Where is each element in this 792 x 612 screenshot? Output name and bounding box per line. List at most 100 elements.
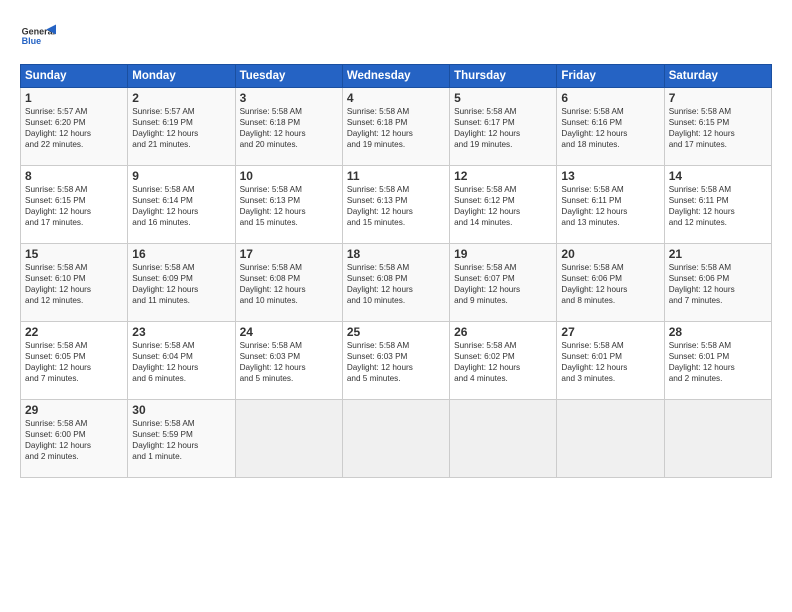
day-info: Sunrise: 5:58 AM Sunset: 6:07 PM Dayligh… (454, 262, 552, 306)
day-number: 16 (132, 247, 230, 261)
day-info: Sunrise: 5:58 AM Sunset: 6:12 PM Dayligh… (454, 184, 552, 228)
cal-cell: 18Sunrise: 5:58 AM Sunset: 6:08 PM Dayli… (342, 244, 449, 322)
day-info: Sunrise: 5:58 AM Sunset: 6:16 PM Dayligh… (561, 106, 659, 150)
day-number: 29 (25, 403, 123, 417)
cal-cell: 27Sunrise: 5:58 AM Sunset: 6:01 PM Dayli… (557, 322, 664, 400)
cal-cell: 28Sunrise: 5:58 AM Sunset: 6:01 PM Dayli… (664, 322, 771, 400)
day-info: Sunrise: 5:58 AM Sunset: 6:03 PM Dayligh… (347, 340, 445, 384)
cal-cell: 6Sunrise: 5:58 AM Sunset: 6:16 PM Daylig… (557, 88, 664, 166)
cal-cell: 23Sunrise: 5:58 AM Sunset: 6:04 PM Dayli… (128, 322, 235, 400)
cal-cell: 10Sunrise: 5:58 AM Sunset: 6:13 PM Dayli… (235, 166, 342, 244)
day-number: 18 (347, 247, 445, 261)
day-number: 15 (25, 247, 123, 261)
cal-cell: 21Sunrise: 5:58 AM Sunset: 6:06 PM Dayli… (664, 244, 771, 322)
day-number: 8 (25, 169, 123, 183)
cal-cell: 14Sunrise: 5:58 AM Sunset: 6:11 PM Dayli… (664, 166, 771, 244)
cal-cell: 26Sunrise: 5:58 AM Sunset: 6:02 PM Dayli… (450, 322, 557, 400)
day-info: Sunrise: 5:58 AM Sunset: 6:03 PM Dayligh… (240, 340, 338, 384)
day-number: 22 (25, 325, 123, 339)
day-number: 13 (561, 169, 659, 183)
cal-cell: 2Sunrise: 5:57 AM Sunset: 6:19 PM Daylig… (128, 88, 235, 166)
cal-cell: 9Sunrise: 5:58 AM Sunset: 6:14 PM Daylig… (128, 166, 235, 244)
day-info: Sunrise: 5:58 AM Sunset: 6:13 PM Dayligh… (347, 184, 445, 228)
cal-cell (557, 400, 664, 478)
cal-cell: 3Sunrise: 5:58 AM Sunset: 6:18 PM Daylig… (235, 88, 342, 166)
day-number: 23 (132, 325, 230, 339)
cal-cell (342, 400, 449, 478)
cal-cell (450, 400, 557, 478)
day-number: 28 (669, 325, 767, 339)
cal-cell: 4Sunrise: 5:58 AM Sunset: 6:18 PM Daylig… (342, 88, 449, 166)
day-number: 27 (561, 325, 659, 339)
day-info: Sunrise: 5:58 AM Sunset: 6:18 PM Dayligh… (240, 106, 338, 150)
day-info: Sunrise: 5:58 AM Sunset: 6:14 PM Dayligh… (132, 184, 230, 228)
col-header-saturday: Saturday (664, 65, 771, 88)
cal-cell: 22Sunrise: 5:58 AM Sunset: 6:05 PM Dayli… (21, 322, 128, 400)
logo-icon: General Blue (20, 18, 56, 54)
day-info: Sunrise: 5:58 AM Sunset: 6:06 PM Dayligh… (561, 262, 659, 306)
cal-cell: 29Sunrise: 5:58 AM Sunset: 6:00 PM Dayli… (21, 400, 128, 478)
cal-cell (235, 400, 342, 478)
cal-cell: 5Sunrise: 5:58 AM Sunset: 6:17 PM Daylig… (450, 88, 557, 166)
cal-cell: 17Sunrise: 5:58 AM Sunset: 6:08 PM Dayli… (235, 244, 342, 322)
day-number: 10 (240, 169, 338, 183)
day-info: Sunrise: 5:58 AM Sunset: 6:08 PM Dayligh… (240, 262, 338, 306)
day-number: 26 (454, 325, 552, 339)
day-number: 30 (132, 403, 230, 417)
col-header-tuesday: Tuesday (235, 65, 342, 88)
svg-text:Blue: Blue (22, 36, 42, 46)
day-number: 1 (25, 91, 123, 105)
day-number: 21 (669, 247, 767, 261)
day-info: Sunrise: 5:58 AM Sunset: 6:09 PM Dayligh… (132, 262, 230, 306)
day-info: Sunrise: 5:58 AM Sunset: 6:10 PM Dayligh… (25, 262, 123, 306)
day-number: 20 (561, 247, 659, 261)
day-number: 7 (669, 91, 767, 105)
day-number: 25 (347, 325, 445, 339)
cal-cell: 1Sunrise: 5:57 AM Sunset: 6:20 PM Daylig… (21, 88, 128, 166)
day-number: 3 (240, 91, 338, 105)
cal-cell: 30Sunrise: 5:58 AM Sunset: 5:59 PM Dayli… (128, 400, 235, 478)
day-number: 11 (347, 169, 445, 183)
col-header-wednesday: Wednesday (342, 65, 449, 88)
day-number: 4 (347, 91, 445, 105)
day-info: Sunrise: 5:58 AM Sunset: 6:04 PM Dayligh… (132, 340, 230, 384)
day-number: 5 (454, 91, 552, 105)
day-number: 19 (454, 247, 552, 261)
day-info: Sunrise: 5:57 AM Sunset: 6:20 PM Dayligh… (25, 106, 123, 150)
day-number: 6 (561, 91, 659, 105)
cal-cell: 24Sunrise: 5:58 AM Sunset: 6:03 PM Dayli… (235, 322, 342, 400)
day-info: Sunrise: 5:58 AM Sunset: 6:18 PM Dayligh… (347, 106, 445, 150)
cal-cell (664, 400, 771, 478)
cal-cell: 15Sunrise: 5:58 AM Sunset: 6:10 PM Dayli… (21, 244, 128, 322)
cal-cell: 20Sunrise: 5:58 AM Sunset: 6:06 PM Dayli… (557, 244, 664, 322)
day-info: Sunrise: 5:58 AM Sunset: 6:15 PM Dayligh… (669, 106, 767, 150)
col-header-friday: Friday (557, 65, 664, 88)
day-info: Sunrise: 5:58 AM Sunset: 6:08 PM Dayligh… (347, 262, 445, 306)
day-info: Sunrise: 5:58 AM Sunset: 6:01 PM Dayligh… (561, 340, 659, 384)
cal-cell: 7Sunrise: 5:58 AM Sunset: 6:15 PM Daylig… (664, 88, 771, 166)
day-info: Sunrise: 5:58 AM Sunset: 6:17 PM Dayligh… (454, 106, 552, 150)
day-info: Sunrise: 5:58 AM Sunset: 6:11 PM Dayligh… (669, 184, 767, 228)
cal-cell: 13Sunrise: 5:58 AM Sunset: 6:11 PM Dayli… (557, 166, 664, 244)
col-header-thursday: Thursday (450, 65, 557, 88)
day-info: Sunrise: 5:58 AM Sunset: 6:02 PM Dayligh… (454, 340, 552, 384)
day-info: Sunrise: 5:58 AM Sunset: 6:01 PM Dayligh… (669, 340, 767, 384)
day-info: Sunrise: 5:58 AM Sunset: 6:13 PM Dayligh… (240, 184, 338, 228)
day-info: Sunrise: 5:58 AM Sunset: 6:05 PM Dayligh… (25, 340, 123, 384)
day-info: Sunrise: 5:57 AM Sunset: 6:19 PM Dayligh… (132, 106, 230, 150)
day-info: Sunrise: 5:58 AM Sunset: 6:06 PM Dayligh… (669, 262, 767, 306)
cal-cell: 12Sunrise: 5:58 AM Sunset: 6:12 PM Dayli… (450, 166, 557, 244)
day-number: 2 (132, 91, 230, 105)
col-header-sunday: Sunday (21, 65, 128, 88)
cal-cell: 25Sunrise: 5:58 AM Sunset: 6:03 PM Dayli… (342, 322, 449, 400)
day-number: 14 (669, 169, 767, 183)
day-info: Sunrise: 5:58 AM Sunset: 6:15 PM Dayligh… (25, 184, 123, 228)
day-number: 24 (240, 325, 338, 339)
day-info: Sunrise: 5:58 AM Sunset: 5:59 PM Dayligh… (132, 418, 230, 462)
day-number: 9 (132, 169, 230, 183)
day-number: 17 (240, 247, 338, 261)
cal-cell: 19Sunrise: 5:58 AM Sunset: 6:07 PM Dayli… (450, 244, 557, 322)
logo: General Blue (20, 18, 56, 54)
day-info: Sunrise: 5:58 AM Sunset: 6:00 PM Dayligh… (25, 418, 123, 462)
day-number: 12 (454, 169, 552, 183)
